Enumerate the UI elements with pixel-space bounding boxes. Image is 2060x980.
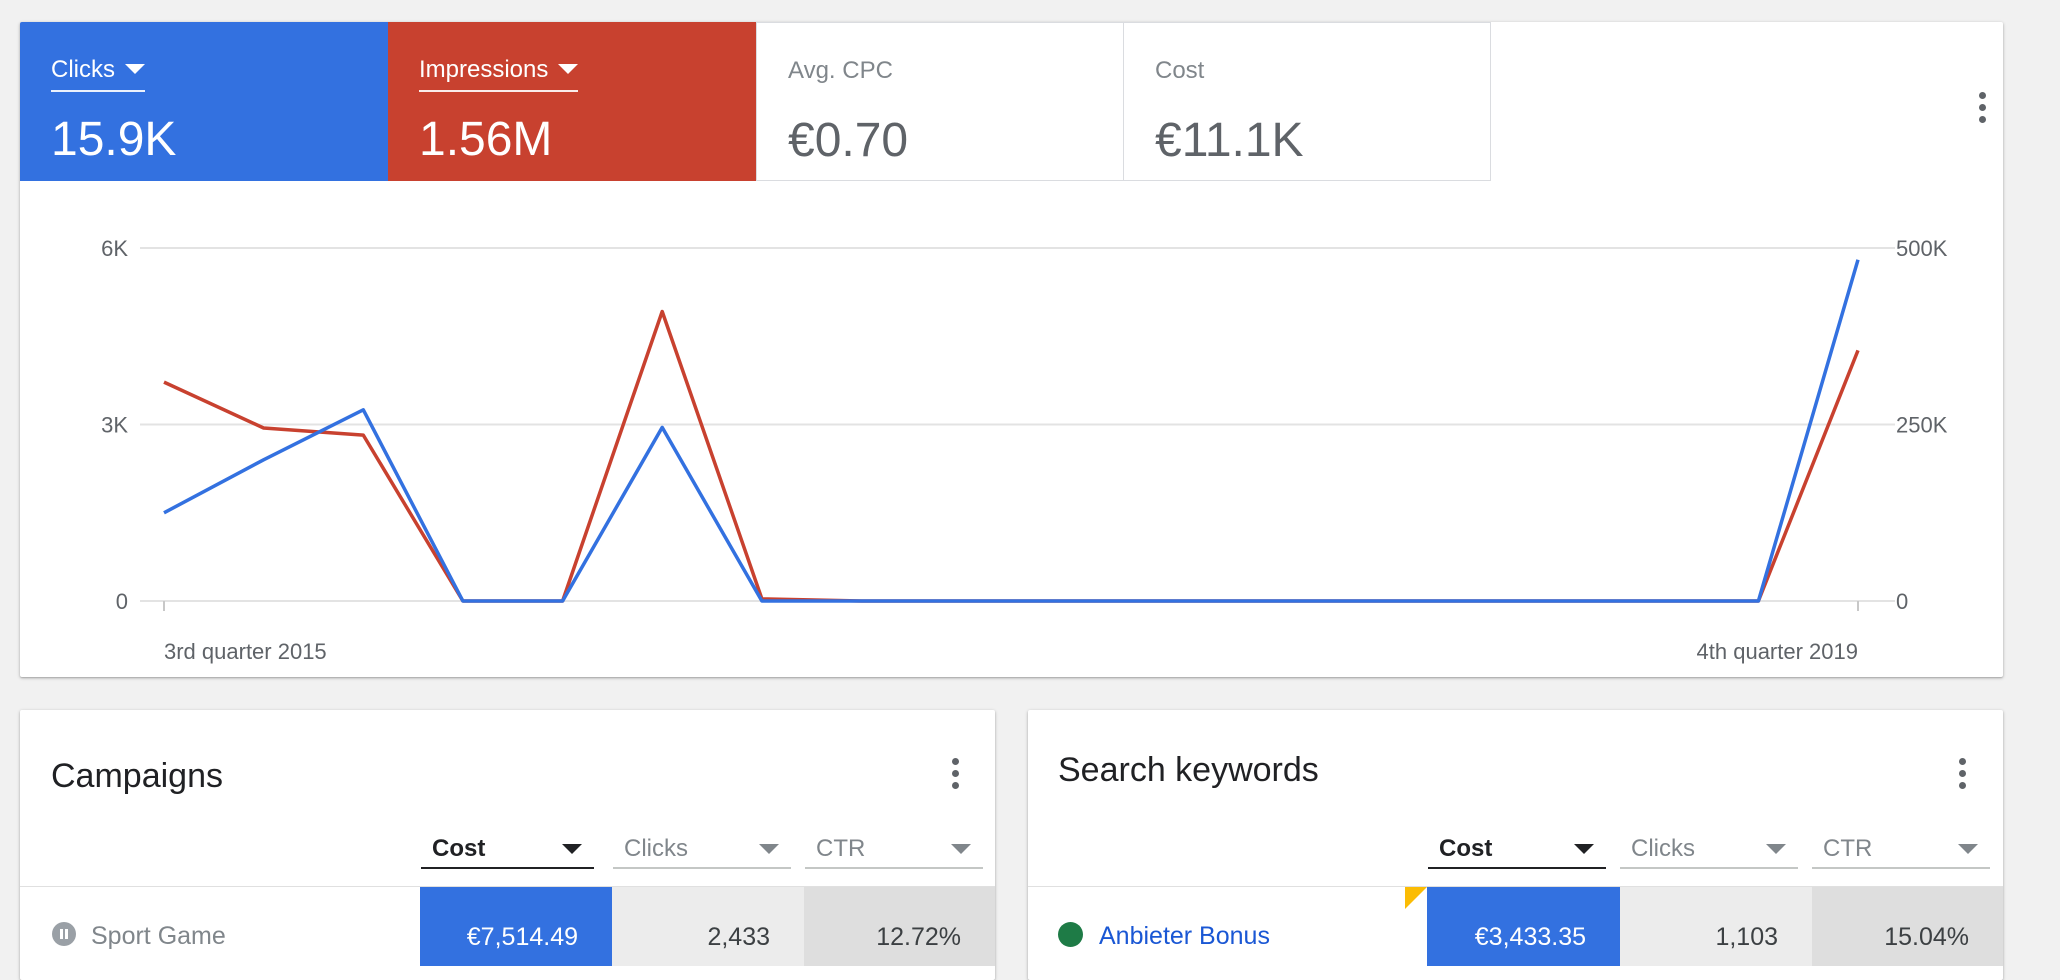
x-axis-label-end: 4th quarter 2019 [1697, 639, 1858, 664]
avg-cpc-metric-label: Avg. CPC [788, 57, 893, 84]
y-left-tick-label: 6K [101, 236, 128, 261]
performance-line-chart: 0 0 3K 250K 6K 500K 3rd quarter 2015 4th quarte… [101, 236, 1948, 664]
chart-gridlines [140, 247, 1895, 602]
y-right-tick-label: 500K [1896, 236, 1948, 261]
clicks-metric-value: 15.9K [51, 113, 177, 166]
sort-caret-icon [1958, 844, 1978, 854]
notification-flag-icon [1405, 887, 1427, 909]
caret-down-icon [558, 63, 579, 74]
column-label: Cost [1439, 835, 1493, 862]
y-right-tick-label: 0 [1896, 589, 1908, 614]
impressions-series-line [163, 309, 1860, 603]
column-label: CTR [816, 835, 866, 862]
y-left-tick-label: 3K [101, 413, 128, 438]
caret-down-icon [125, 63, 145, 74]
impressions-metric-selector[interactable]: Impressions [419, 56, 579, 92]
campaigns-cost-column-header[interactable]: Cost [421, 825, 594, 869]
column-label: Clicks [1631, 835, 1695, 862]
avg-cpc-metric-value: €0.70 [788, 114, 909, 167]
sort-caret-icon [951, 844, 971, 854]
sort-caret-icon [1766, 844, 1786, 854]
column-label: Clicks [624, 835, 688, 862]
sort-caret-icon [562, 844, 582, 854]
campaign-ctr-cell: 12.72% [804, 887, 995, 966]
cost-metric-label: Cost [1155, 57, 1205, 84]
keyword-cost-cell: €3,433.35 [1427, 887, 1620, 966]
campaign-cost-cell: €7,514.49 [420, 887, 612, 966]
avg-cpc-metric-tile[interactable]: Avg. CPC €0.70 [756, 22, 1124, 181]
cost-metric-value: €11.1K [1155, 114, 1304, 167]
y-right-tick-label: 250K [1896, 413, 1948, 438]
column-label: CTR [1823, 835, 1873, 862]
clicks-series-line [163, 259, 1860, 603]
clicks-metric-label: Clicks [51, 56, 115, 83]
keyword-name-link[interactable]: Anbieter Bonus [1099, 922, 1270, 951]
keywords-cost-column-header[interactable]: Cost [1428, 825, 1606, 869]
clicks-metric-selector[interactable]: Clicks [51, 56, 145, 92]
paused-status-icon [52, 922, 76, 946]
campaign-clicks-cell: 2,433 [612, 887, 804, 966]
keyword-ctr-cell: 15.04% [1812, 887, 2003, 966]
more-vert-icon[interactable] [1967, 87, 1997, 127]
y-left-tick-label: 0 [116, 589, 128, 614]
x-axis-label-start: 3rd quarter 2015 [164, 639, 327, 664]
search-keywords-title: Search keywords [1058, 751, 1319, 789]
campaigns-title: Campaigns [51, 757, 223, 795]
enabled-status-icon [1058, 922, 1083, 947]
more-vert-icon[interactable] [1947, 753, 1977, 793]
keywords-clicks-column-header[interactable]: Clicks [1620, 825, 1798, 869]
impressions-metric-label: Impressions [419, 56, 549, 83]
keyword-clicks-cell: 1,103 [1620, 887, 1812, 966]
campaign-name-link[interactable]: Sport Game [91, 922, 226, 951]
column-label: Cost [432, 835, 486, 862]
impressions-metric-tile[interactable]: Impressions 1.56M [388, 22, 756, 181]
more-vert-icon[interactable] [940, 753, 970, 793]
impressions-metric-value: 1.56M [419, 113, 553, 166]
sort-caret-icon [759, 844, 779, 854]
overview-card: Clicks 15.9K Impressions 1.56M Avg. CPC … [20, 22, 2003, 677]
campaigns-ctr-column-header[interactable]: CTR [805, 825, 983, 869]
campaigns-clicks-column-header[interactable]: Clicks [613, 825, 791, 869]
chart-series [163, 259, 1860, 603]
clicks-metric-tile[interactable]: Clicks 15.9K [20, 22, 388, 181]
keywords-ctr-column-header[interactable]: CTR [1812, 825, 1990, 869]
sort-caret-icon [1574, 844, 1594, 854]
cost-metric-tile[interactable]: Cost €11.1K [1123, 22, 1491, 181]
